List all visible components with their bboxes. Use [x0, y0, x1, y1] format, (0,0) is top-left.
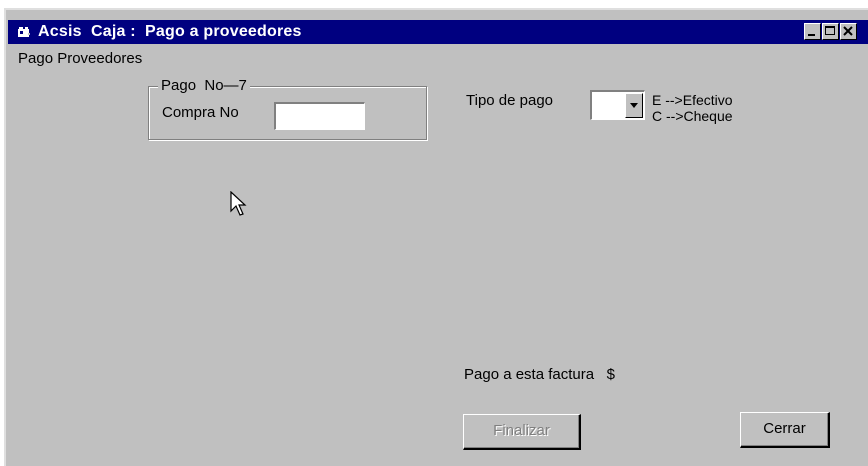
- tipo-pago-combo[interactable]: [590, 90, 645, 120]
- close-button[interactable]: [840, 23, 857, 40]
- compra-no-input[interactable]: [274, 102, 365, 130]
- minimize-button[interactable]: [804, 23, 821, 40]
- desktop-strip: [0, 0, 868, 8]
- maximize-icon: [825, 26, 835, 35]
- chevron-down-icon: [630, 103, 638, 108]
- compra-no-label: Compra No: [162, 104, 239, 121]
- pago-number-caption: Pago No—7: [158, 76, 250, 96]
- application-window: Acsis Caja : Pago a proveedores Pago Pro…: [0, 0, 868, 466]
- app-icon[interactable]: [16, 24, 32, 40]
- form-heading: Pago Proveedores: [18, 50, 143, 67]
- tipo-pago-legend: E -->Efectivo C -->Cheque: [652, 92, 733, 124]
- close-icon: [843, 26, 853, 36]
- legend-cheque: C -->Cheque: [652, 108, 733, 124]
- legend-efectivo: E -->Efectivo: [652, 92, 733, 108]
- tipo-pago-label: Tipo de pago: [466, 92, 554, 109]
- window-title: Acsis Caja : Pago a proveedores: [38, 23, 302, 40]
- mouse-pointer-icon: [230, 191, 247, 216]
- finalizar-button[interactable]: Finalizar: [463, 414, 581, 450]
- maximize-button[interactable]: [822, 23, 839, 40]
- cerrar-button[interactable]: Cerrar: [740, 412, 830, 448]
- minimize-icon: [808, 34, 815, 36]
- pago-factura-label: Pago a esta factura $: [464, 366, 615, 383]
- tipo-pago-dropdown-button[interactable]: [625, 93, 643, 118]
- title-bar[interactable]: Acsis Caja : Pago a proveedores: [8, 20, 868, 44]
- window-frame: [4, 8, 868, 466]
